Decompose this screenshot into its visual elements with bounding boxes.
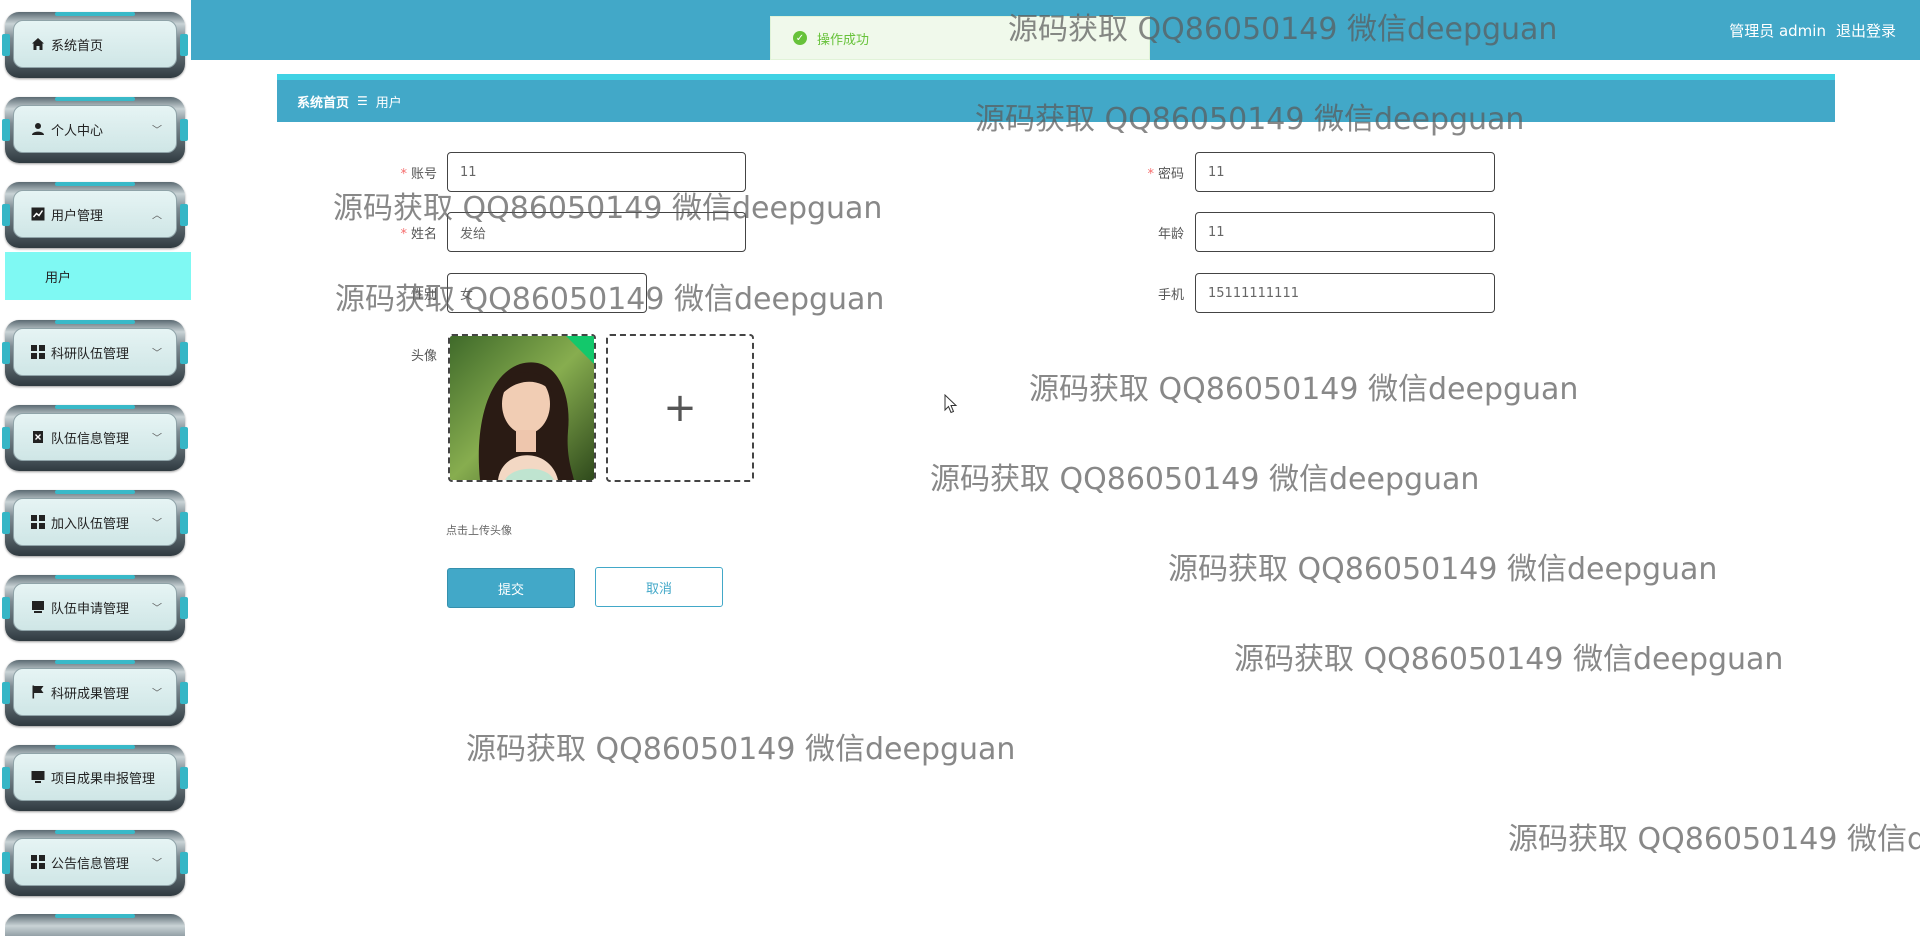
phone-input[interactable]	[1195, 273, 1495, 313]
submit-button[interactable]: 提交	[447, 568, 575, 608]
chevron-down-icon: ﹀	[152, 348, 162, 360]
phone-label: 手机	[1157, 288, 1184, 303]
flag-icon	[30, 684, 46, 700]
sidebar-item-label: 队伍申请管理	[51, 601, 130, 617]
sidebar-item-notice-management[interactable]: 公告信息管理 ﹀	[2, 830, 188, 896]
sidebar-item-label: 个人中心	[51, 123, 104, 139]
gender-select[interactable]	[447, 273, 647, 313]
menu-icon: ☰	[357, 94, 368, 108]
watermark: 源码获取 QQ86050149 微信deepguan	[466, 732, 1016, 767]
plus-icon: +	[663, 385, 697, 431]
home-icon	[30, 36, 46, 52]
avatar-image[interactable]	[448, 334, 596, 482]
watermark: 源码获取 QQ86050149 微信deepguan	[1029, 372, 1579, 407]
chevron-down-icon: ﹀	[152, 433, 162, 445]
sidebar-item-user-management[interactable]: 用户管理 ︿	[2, 182, 188, 248]
sidebar-item-research-results[interactable]: 科研成果管理 ﹀	[2, 660, 188, 726]
watermark: 源码获取 QQ86050149 微信deepguan	[1508, 822, 1920, 857]
account-label: * 账号	[400, 167, 437, 182]
grid-icon	[30, 514, 46, 530]
sidebar-item-label: 科研成果管理	[51, 686, 130, 702]
current-user: 管理员 admin	[1729, 22, 1826, 40]
breadcrumb-home[interactable]: 系统首页	[297, 92, 349, 111]
upload-hint: 点击上传头像	[446, 524, 512, 537]
sidebar-subitem-user[interactable]: 用户	[5, 252, 191, 300]
sidebar-item-label: 公告信息管理	[51, 856, 130, 872]
chevron-down-icon: ﹀	[152, 688, 162, 700]
sidebar-item-team-info[interactable]: 队伍信息管理 ﹀	[2, 405, 188, 471]
sidebar: 系统首页 个人中心 ﹀ 用户管理 ︿ 用户 科研队伍管理 ﹀ 队伍信息管理 ﹀ …	[0, 0, 191, 936]
portrait-photo	[450, 336, 594, 480]
sidebar-item-label: 队伍信息管理	[51, 431, 130, 447]
password-label: * 密码	[1147, 167, 1184, 182]
sidebar-item-label: 系统首页	[51, 38, 104, 54]
box-icon	[30, 599, 46, 615]
grid-icon	[30, 344, 46, 360]
breadcrumb-current: 用户	[375, 95, 402, 111]
sidebar-item-personal-center[interactable]: 个人中心 ﹀	[2, 97, 188, 163]
success-toast: ✓ 操作成功	[770, 16, 1150, 60]
watermark: 源码获取 QQ86050149 微信deepguan	[1168, 552, 1718, 587]
chevron-down-icon: ﹀	[152, 858, 162, 870]
grid-icon	[30, 854, 46, 870]
toast-message: 操作成功	[817, 32, 870, 48]
age-label: 年龄	[1157, 227, 1184, 242]
watermark: 源码获取 QQ86050149 微信deepguan	[1234, 642, 1784, 677]
password-input[interactable]	[1195, 152, 1495, 192]
avatar-label: 头像	[410, 349, 437, 364]
sidebar-item-label: 用户管理	[51, 208, 104, 224]
monitor-icon	[30, 769, 46, 785]
sidebar-item-label: 项目成果申报管理	[51, 771, 156, 787]
sidebar-item-next[interactable]	[5, 914, 185, 936]
sidebar-item-team-application[interactable]: 队伍申请管理 ﹀	[2, 575, 188, 641]
logout-link[interactable]: 退出登录	[1836, 20, 1896, 41]
chevron-down-icon: ﹀	[152, 518, 162, 530]
check-icon: ✓	[793, 31, 807, 45]
chevron-down-icon: ﹀	[152, 125, 162, 137]
delete-icon	[30, 429, 46, 445]
sidebar-item-label: 科研队伍管理	[51, 346, 130, 362]
user-icon	[30, 121, 46, 137]
account-input[interactable]	[447, 152, 746, 192]
sidebar-item-research-team[interactable]: 科研队伍管理 ﹀	[2, 320, 188, 386]
sidebar-item-project-results[interactable]: 项目成果申报管理	[2, 745, 188, 811]
breadcrumb: 系统首页 ☰ 用户	[277, 74, 1835, 122]
cancel-button[interactable]: 取消	[595, 567, 723, 607]
name-label: * 姓名	[400, 227, 437, 242]
sidebar-item-home[interactable]: 系统首页	[2, 12, 188, 78]
chevron-up-icon: ︿	[152, 210, 162, 222]
chart-icon	[30, 206, 46, 222]
name-input[interactable]	[447, 212, 746, 252]
watermark: 源码获取 QQ86050149 微信deepguan	[930, 462, 1480, 497]
age-input[interactable]	[1195, 212, 1495, 252]
gender-label: 性别	[410, 288, 437, 303]
sidebar-item-label: 加入队伍管理	[51, 516, 130, 532]
chevron-down-icon: ﹀	[152, 603, 162, 615]
upload-avatar-button[interactable]: +	[606, 334, 754, 482]
sidebar-item-join-team[interactable]: 加入队伍管理 ﹀	[2, 490, 188, 556]
mouse-cursor-icon	[944, 394, 958, 414]
